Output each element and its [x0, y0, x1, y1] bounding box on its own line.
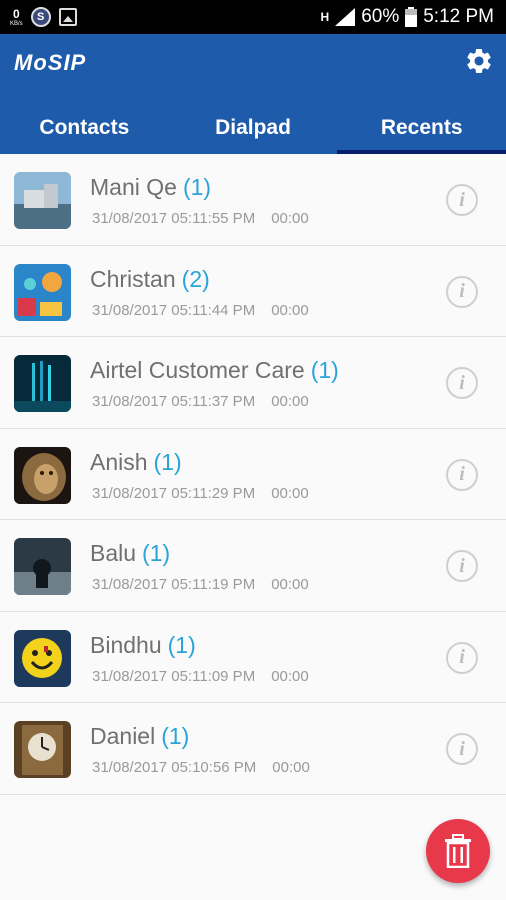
- info-icon[interactable]: i: [446, 641, 478, 674]
- call-datetime: 31/08/2017 05:11:09 PM: [92, 667, 256, 685]
- info-icon[interactable]: i: [446, 550, 478, 582]
- call-datetime: 31/08/2017 05:10:56 PM: [92, 759, 257, 776]
- recent-call-row[interactable]: Airtel Customer Care (1) 31/08/2017 05:11…: [0, 337, 506, 429]
- contact-avatar: [14, 172, 71, 229]
- trash-icon: [445, 834, 471, 868]
- contact-name: Airtel Customer Care: [90, 357, 305, 383]
- info-icon[interactable]: i: [446, 733, 478, 765]
- gallery-notification-icon: [58, 8, 77, 26]
- call-count: (1): [167, 631, 196, 658]
- contact-name: Anish: [90, 448, 148, 475]
- contact-name: Bindhu: [90, 631, 162, 658]
- tab-recents[interactable]: Recents: [337, 102, 506, 154]
- recent-call-row[interactable]: Bindhu (1) 31/08/2017 05:11:09 PM 00:00 i: [0, 612, 506, 703]
- battery-percent: 60%: [361, 6, 400, 27]
- contact-avatar: [14, 263, 71, 321]
- battery-icon: [405, 7, 418, 27]
- network-speed-indicator: 0 KB/s: [10, 7, 23, 28]
- recent-call-row[interactable]: Anish (1) 31/08/2017 05:11:29 PM 00:00 i: [0, 429, 506, 520]
- status-bar: 0 KB/s S H 60% 5:12 PM: [0, 0, 506, 34]
- call-datetime: 31/08/2017 05:11:37 PM: [92, 393, 256, 410]
- info-icon[interactable]: i: [446, 367, 478, 399]
- call-duration: 00:00: [271, 210, 309, 227]
- call-duration: 00:00: [271, 484, 309, 502]
- call-duration: 00:00: [271, 301, 309, 319]
- recent-call-row[interactable]: Christan (2) 31/08/2017 05:11:44 PM 00:00 …: [0, 246, 506, 337]
- call-duration: 00:00: [271, 667, 309, 685]
- call-count: (1): [161, 723, 190, 749]
- info-icon[interactable]: i: [446, 458, 478, 491]
- delete-recents-button[interactable]: [426, 819, 490, 883]
- contact-avatar: [14, 538, 71, 595]
- contact-name: Balu: [90, 540, 137, 566]
- contact-avatar: [14, 629, 71, 687]
- clock: 5:12 PM: [423, 6, 494, 27]
- network-type-label: H: [320, 10, 330, 24]
- call-count: (1): [310, 357, 339, 383]
- tab-contacts[interactable]: Contacts: [0, 102, 169, 154]
- call-datetime: 31/08/2017 05:11:55 PM: [92, 210, 256, 227]
- recent-call-row[interactable]: Mani Qe (1) 31/08/2017 05:11:55 PM 00:00 i: [0, 154, 506, 246]
- call-count: (1): [142, 540, 171, 566]
- recents-list: Mani Qe (1) 31/08/2017 05:11:55 PM 00:00 i…: [0, 154, 506, 795]
- info-icon[interactable]: i: [446, 275, 478, 308]
- call-count: (1): [153, 448, 182, 475]
- signal-icon: [335, 8, 356, 26]
- call-datetime: 31/08/2017 05:11:19 PM: [92, 576, 256, 593]
- gear-icon[interactable]: [464, 46, 494, 76]
- contact-name: Mani Qe: [90, 174, 177, 200]
- tab-bar: Contacts Dialpad Recents: [0, 102, 506, 154]
- network-speed-unit: KB/s: [10, 20, 23, 27]
- contact-name: Christan: [90, 265, 176, 292]
- contact-avatar: [14, 721, 71, 778]
- contact-avatar: [14, 446, 71, 504]
- call-count: (2): [181, 265, 210, 292]
- network-speed-value: 0: [12, 6, 20, 21]
- app-bar: MoSIP Contacts Dialpad Recents: [0, 34, 506, 154]
- recent-call-row[interactable]: Daniel (1) 31/08/2017 05:10:56 PM 00:00 i: [0, 703, 506, 795]
- info-icon[interactable]: i: [446, 184, 478, 216]
- call-duration: 00:00: [271, 576, 309, 593]
- call-duration: 00:00: [272, 759, 310, 776]
- tab-dialpad[interactable]: Dialpad: [169, 102, 338, 154]
- app-logo: MoSIP: [14, 50, 87, 75]
- recent-call-row[interactable]: Balu (1) 31/08/2017 05:11:19 PM 00:00 i: [0, 520, 506, 612]
- s-app-icon: S: [30, 7, 51, 27]
- call-datetime: 31/08/2017 05:11:44 PM: [92, 301, 256, 319]
- call-count: (1): [182, 174, 212, 200]
- contact-avatar: [14, 355, 71, 412]
- call-datetime: 31/08/2017 05:11:29 PM: [92, 484, 256, 502]
- call-duration: 00:00: [271, 393, 309, 410]
- contact-name: Daniel: [90, 723, 156, 749]
